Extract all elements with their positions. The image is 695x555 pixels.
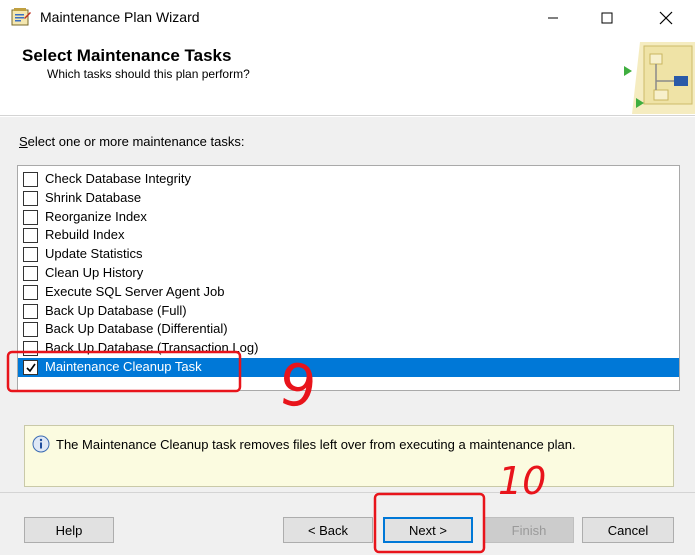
checkbox-unchecked[interactable]	[23, 228, 38, 244]
checkbox-unchecked[interactable]	[23, 209, 38, 225]
checkbox-unchecked[interactable]	[23, 172, 38, 187]
task-list-item[interactable]: Check Database Integrity	[18, 170, 679, 189]
mnemonic-letter: S	[19, 134, 28, 149]
wizard-body: Select one or more maintenance tasks: Ch…	[0, 117, 695, 492]
minimize-button[interactable]	[530, 0, 576, 36]
window-title: Maintenance Plan Wizard	[40, 9, 200, 25]
task-list-item[interactable]: Execute SQL Server Agent Job	[18, 283, 679, 302]
maximize-icon	[601, 12, 613, 24]
task-list-item-label: Back Up Database (Differential)	[45, 321, 228, 337]
next-button[interactable]: Next >	[383, 517, 473, 543]
checkbox-unchecked[interactable]	[23, 247, 38, 263]
back-button-label: < Back	[307, 522, 349, 538]
close-icon	[659, 11, 673, 25]
task-list-item[interactable]: Reorganize Index	[18, 208, 679, 227]
wizard-app-icon	[11, 8, 31, 26]
maintenance-task-list[interactable]: Check Database Integrity Shrink Database R…	[17, 165, 680, 391]
task-list-item[interactable]: Shrink Database	[18, 189, 679, 208]
finish-button-label: Finish	[511, 522, 547, 538]
info-icon	[32, 435, 50, 453]
task-description-box: The Maintenance Cleanup task removes fil…	[24, 425, 674, 487]
task-list-item[interactable]: Back Up Database (Transaction Log)	[18, 339, 679, 358]
task-list-label: Select one or more maintenance tasks:	[19, 134, 244, 149]
back-button[interactable]: < Back	[283, 517, 373, 543]
checkbox-unchecked[interactable]	[23, 303, 38, 319]
task-list-item-label: Execute SQL Server Agent Job	[45, 283, 225, 299]
finish-button: Finish	[484, 517, 574, 543]
task-description-text: The Maintenance Cleanup task removes fil…	[56, 437, 576, 452]
checkbox-checked[interactable]	[23, 360, 38, 375]
task-list-item-label: Reorganize Index	[45, 208, 147, 224]
help-button[interactable]: Help	[24, 517, 114, 543]
checkbox-unchecked[interactable]	[23, 322, 38, 338]
help-button-label: Help	[55, 522, 83, 538]
next-button-label: Next >	[409, 522, 447, 538]
wizard-footer: Help < Back Next > Finish Cancel	[0, 492, 695, 555]
cancel-button-label: Cancel	[607, 522, 649, 538]
wizard-header: Select Maintenance Tasks Which tasks sho…	[0, 36, 695, 116]
task-list-item-label: Maintenance Cleanup Task	[45, 359, 202, 374]
task-list-label-text: elect one or more maintenance tasks:	[27, 134, 245, 149]
task-list-item-label: Rebuild Index	[45, 227, 125, 243]
task-list-item-label: Clean Up History	[45, 265, 144, 280]
task-list-item[interactable]: Rebuild Index	[18, 226, 679, 245]
close-button[interactable]	[643, 0, 689, 36]
task-list-item[interactable]: Back Up Database (Full)	[18, 302, 679, 321]
task-list-item[interactable]: Maintenance Cleanup Task	[18, 358, 679, 377]
checkmark-icon	[26, 363, 36, 373]
maximize-button[interactable]	[584, 0, 630, 36]
wizard-banner-icon	[624, 42, 695, 114]
task-list-item-label: Update Statistics	[45, 246, 143, 262]
minimize-icon	[548, 17, 558, 19]
title-bar: Maintenance Plan Wizard	[0, 0, 695, 36]
task-list-item[interactable]: Update Statistics	[18, 245, 679, 264]
checkbox-unchecked[interactable]	[23, 266, 38, 281]
checkbox-unchecked[interactable]	[23, 190, 38, 206]
checkbox-unchecked[interactable]	[23, 284, 38, 300]
task-list-item-label: Back Up Database (Full)	[45, 302, 187, 318]
page-title: Select Maintenance Tasks	[22, 46, 232, 65]
cancel-button[interactable]: Cancel	[582, 517, 674, 543]
task-list-item[interactable]: Clean Up History	[18, 264, 679, 283]
task-list-item-label: Back Up Database (Transaction Log)	[45, 340, 259, 356]
task-list-item[interactable]: Back Up Database (Differential)	[18, 320, 679, 339]
checkbox-unchecked[interactable]	[23, 341, 38, 357]
task-list-item-label: Check Database Integrity	[45, 171, 191, 186]
page-subtitle: Which tasks should this plan perform?	[47, 67, 250, 81]
task-list-item-label: Shrink Database	[45, 189, 142, 205]
